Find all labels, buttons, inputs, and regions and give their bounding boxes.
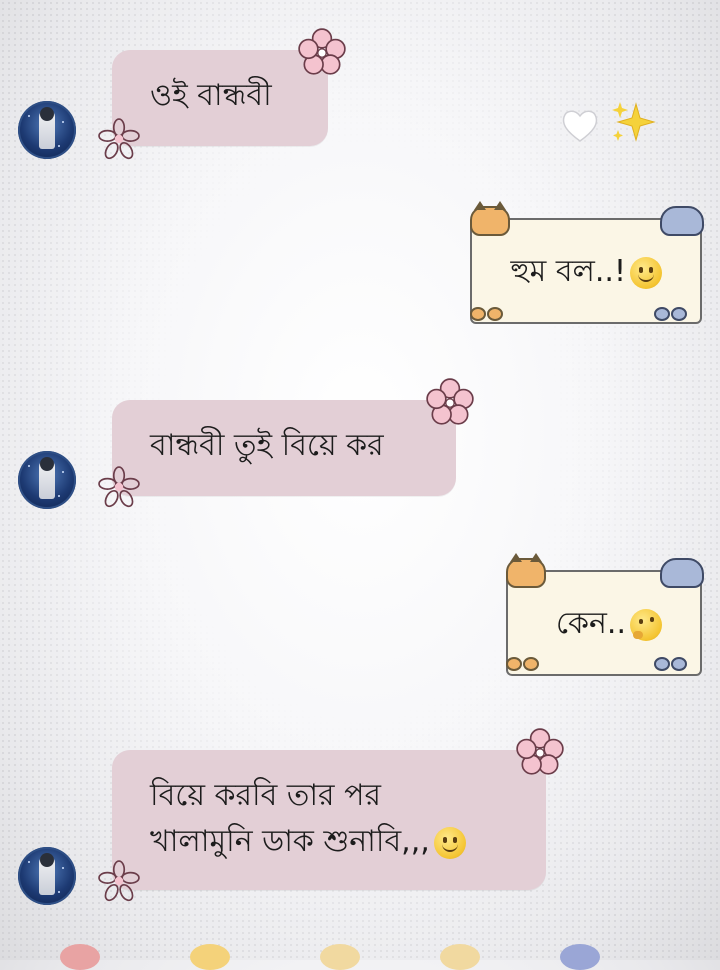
white-heart-icon xyxy=(562,110,598,142)
more-reaction-icon[interactable] xyxy=(560,944,600,970)
message-text: বান্ধবী তুই বিয়ে কর xyxy=(150,428,384,463)
pink-flower-icon xyxy=(516,728,564,775)
smile-reaction-icon[interactable] xyxy=(190,944,230,970)
message-line: খালামুনি ডাক শুনাবি,,, xyxy=(150,824,430,859)
slightly-smiling-face-icon xyxy=(630,256,662,289)
avatar[interactable] xyxy=(18,451,76,509)
message-bubble-incoming[interactable]: বান্ধবী তুই বিয়ে কর xyxy=(112,400,456,496)
message-text: হুম বল..! xyxy=(510,254,627,289)
thumbs-up-reaction-icon[interactable] xyxy=(320,944,360,970)
message-text: কেন.. xyxy=(555,606,626,641)
paw-prints-icon xyxy=(470,306,504,321)
reaction-bar xyxy=(0,942,720,970)
pink-flower-icon xyxy=(298,28,346,75)
sparkles-icon xyxy=(612,102,656,142)
message-text: ওই বান্ধবী xyxy=(150,78,272,113)
avatar[interactable] xyxy=(18,847,76,905)
pink-flower-icon xyxy=(98,118,140,160)
paw-prints-icon xyxy=(654,656,688,671)
thinking-face-icon xyxy=(630,608,662,641)
dog-sticker-icon xyxy=(660,206,704,236)
heart-reaction-icon[interactable] xyxy=(60,944,100,970)
pink-flower-icon xyxy=(426,378,474,425)
clap-reaction-icon[interactable] xyxy=(440,944,480,970)
avatar[interactable] xyxy=(18,101,76,159)
pink-flower-icon xyxy=(98,466,140,508)
cat-sticker-icon xyxy=(470,201,510,236)
pink-flower-icon xyxy=(98,860,140,902)
slightly-smiling-face-icon xyxy=(433,826,466,859)
message-line: বিয়ে করবি তার পর xyxy=(150,778,381,813)
message-content: হুম বল..! xyxy=(510,250,662,294)
paw-prints-icon xyxy=(506,656,540,671)
message-content: কেন.. xyxy=(556,602,662,646)
cat-sticker-icon xyxy=(506,553,546,588)
paw-prints-icon xyxy=(654,306,688,321)
message-content: খালামুনি ডাক শুনাবি,,, xyxy=(150,820,466,864)
dog-sticker-icon xyxy=(660,558,704,588)
message-bubble-incoming[interactable]: বিয়ে করবি তার পর খালামুনি ডাক শুনাবি,,, xyxy=(112,750,546,890)
